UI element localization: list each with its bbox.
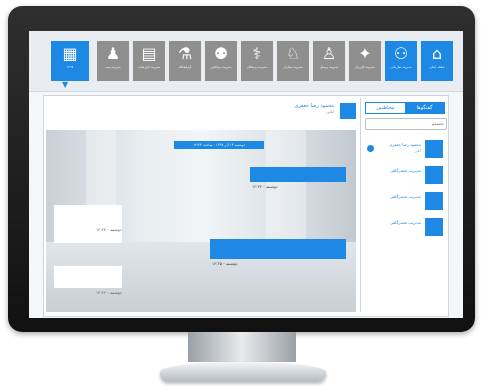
message-bubble-outgoing <box>210 239 346 259</box>
chat-messages-area[interactable]: دوشنبه ۱۳ آذر ۱۳۹۷ - ساعت ۱۲:۲۴ دوشنبه -… <box>46 130 356 312</box>
nurse-icon: ♙ <box>321 44 337 63</box>
nav-label: مدیریت گزارشات <box>137 65 161 69</box>
message-bubble-outgoing <box>250 167 346 182</box>
nav-label: مدیریت سازمانی <box>390 65 412 69</box>
avatar <box>425 218 443 236</box>
report-icon: ▤ <box>141 44 157 63</box>
tab-conversations[interactable]: گفتگوها <box>405 103 444 113</box>
home-icon: ⌂ <box>431 44 443 63</box>
nav-label: مدیریت بیماران <box>283 65 303 69</box>
contact-item[interactable]: محمود رضا جعفری آنلاین <box>365 140 443 162</box>
nav-insurance[interactable]: ♟ مدیریت بیمه <box>97 41 129 81</box>
contact-status: آنلاین <box>414 149 421 153</box>
nav-label: مدیریت پزشکان <box>246 65 268 69</box>
doctor-icon: ⚕ <box>252 44 262 63</box>
nav-reports[interactable]: ▤ مدیریت گزارشات <box>133 41 165 81</box>
contact-name: محمود رضا جعفری <box>389 142 421 147</box>
nav-doctors[interactable]: ⚕ مدیریت پزشکان <box>241 41 273 81</box>
avatar <box>425 192 443 210</box>
nav-laboratory[interactable]: ⚗ آزمایشگاه <box>169 41 201 81</box>
message-time: دوشنبه - ۱۲:۲۴ <box>252 184 278 189</box>
contact-item[interactable]: مدیریت شعبرگاهی <box>365 192 443 214</box>
calendar-year-badge: ۱۳۹۷ <box>66 65 74 69</box>
nav-home[interactable]: ⌂ صفحه اصلی <box>421 41 453 81</box>
nav-label: مدیریت پرسنل <box>319 65 339 69</box>
search-input[interactable]: جستجو <box>365 118 447 130</box>
messenger-panel: محمود رضا جعفری آنلاین دوشنبه ۱۳ آذر ۱۳۹… <box>43 95 449 317</box>
message-time: دوشنبه - ۱۲:۲۴ <box>96 227 122 232</box>
nav-label: مدیریت بیمه <box>105 65 121 69</box>
chat-contact-status: آنلاین <box>326 110 334 114</box>
nav-users[interactable]: ✦ مدیریت کاربران <box>349 41 381 81</box>
nav-org-management[interactable]: ⚇ مدیریت سازمانی <box>385 41 417 81</box>
nav-label: صفحه اصلی <box>429 65 445 69</box>
chat-contact-name: محمود رضا جعفری <box>294 103 334 109</box>
message-time: دوشنبه - ۱۲:۲۵ <box>212 261 238 266</box>
nav-staff[interactable]: ♙ مدیریت پرسنل <box>313 41 345 81</box>
insurance-person-icon: ♟ <box>105 44 121 63</box>
message-bubble-incoming <box>54 266 122 288</box>
org-chart-icon: ⚇ <box>393 44 409 63</box>
unread-badge-icon <box>367 145 374 152</box>
visitors-icon: ⚉ <box>213 44 229 63</box>
top-navigation: ⌂ صفحه اصلی ⚇ مدیریت سازمانی ✦ مدیریت کا… <box>29 31 463 92</box>
tab-contacts[interactable]: مخاطبین <box>366 103 405 113</box>
calendar-icon: ▦ <box>62 44 78 63</box>
contact-item[interactable]: مدیریت شعبرگاهی <box>365 166 443 188</box>
contact-name: مدیریت شعبرگاهی <box>389 220 421 225</box>
nav-label: مدیریت کاربران <box>355 65 375 69</box>
chat-header: محمود رضا جعفری آنلاین <box>46 98 356 128</box>
chevron-down-icon: ▼ <box>62 80 69 89</box>
monitor-stand-neck <box>188 332 296 362</box>
contact-name: مدیریت شعبرگاهی <box>389 168 421 173</box>
nav-label: مدیریت مراجعین <box>210 65 232 69</box>
monitor-stand-base <box>160 362 326 382</box>
nav-label: آزمایشگاه <box>178 65 192 69</box>
person-stars-icon: ✦ <box>358 44 372 63</box>
microscope-icon: ⚗ <box>177 44 193 63</box>
avatar <box>425 140 443 158</box>
message-bubble-incoming <box>54 205 122 243</box>
contact-name: مدیریت شعبرگاهی <box>389 194 421 199</box>
sidebar-tabs: گفتگوها مخاطبین <box>365 102 445 114</box>
message-time: دوشنبه - ۱۲:۲۶ <box>96 290 122 295</box>
nav-visitors[interactable]: ⚉ مدیریت مراجعین <box>205 41 237 81</box>
contact-item[interactable]: مدیریت شعبرگاهی <box>365 218 443 240</box>
avatar <box>425 166 443 184</box>
chat-contact-avatar <box>340 103 356 119</box>
contacts-sidebar: گفتگوها مخاطبین جستجو محمود رضا جعفری آن… <box>360 98 447 312</box>
monitor-frame: ⌂ صفحه اصلی ⚇ مدیریت سازمانی ✦ مدیریت کا… <box>8 6 475 332</box>
patient-icon: ♘ <box>285 44 301 63</box>
nav-appointments[interactable]: ▦ ۱۳۹۷ ▼ <box>51 41 89 89</box>
nav-patients[interactable]: ♘ مدیریت بیماران <box>277 41 309 81</box>
app-screen: ⌂ صفحه اصلی ⚇ مدیریت سازمانی ✦ مدیریت کا… <box>29 31 463 318</box>
date-separator: دوشنبه ۱۳ آذر ۱۳۹۷ - ساعت ۱۲:۲۴ <box>174 141 264 149</box>
